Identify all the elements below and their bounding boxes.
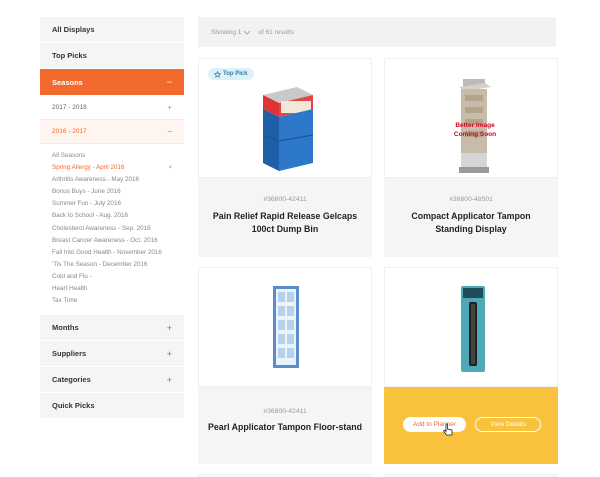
filter-quick-picks[interactable]: Quick Picks xyxy=(40,393,184,420)
results-suffix: of 61 results xyxy=(258,28,294,36)
hand-cursor-icon xyxy=(442,423,453,436)
filter-all-displays[interactable]: All Displays xyxy=(40,17,184,43)
filter-label: Quick Picks xyxy=(52,401,95,411)
results-range-dropdown[interactable] xyxy=(241,28,255,36)
product-name[interactable]: Pain Relief Rapid Release Gelcaps 100ct … xyxy=(208,210,362,236)
product-card-hover[interactable]: Add to Planner View Details xyxy=(384,267,558,464)
star-icon xyxy=(214,70,221,78)
season-item[interactable]: Cold and Flu - xyxy=(52,271,172,283)
results-prefix: Showing 1 xyxy=(211,28,242,36)
add-to-planner-button[interactable]: Add to Planner xyxy=(403,417,466,432)
season-item[interactable]: Tax Time xyxy=(52,295,172,307)
season-item[interactable]: Bonus Buys - June 2016 xyxy=(52,186,172,198)
filter-categories[interactable]: Categories + xyxy=(40,367,184,394)
badge-label: Top Pick xyxy=(223,71,248,77)
top-pick-badge: Top Pick xyxy=(208,68,254,80)
season-item[interactable]: Back to School - Aug. 2016 xyxy=(52,210,172,222)
view-details-button[interactable]: View Details xyxy=(475,417,541,432)
product-name[interactable]: Compact Applicator Tampon Standing Displ… xyxy=(394,210,548,236)
collapse-icon: − xyxy=(166,77,172,87)
placeholder-notice: Better Image Coming Soon xyxy=(453,122,497,138)
season-item[interactable]: 'Tis The Season - December 2016 xyxy=(52,259,172,271)
expand-icon: + xyxy=(167,103,172,112)
filter-label: Top Picks xyxy=(52,51,87,60)
product-card[interactable]: Better Image Coming Soon #36800-48501 Co… xyxy=(384,58,558,257)
season-item[interactable]: Fall Into Good Health - November 2016 xyxy=(52,247,172,259)
product-image[interactable] xyxy=(384,267,558,387)
filter-suppliers[interactable]: Suppliers + xyxy=(40,341,184,368)
season-item[interactable]: Cholesterol Awareness - Sep. 2016 xyxy=(52,223,172,235)
expand-icon: + xyxy=(166,374,172,385)
product-image[interactable]: Better Image Coming Soon xyxy=(384,58,558,178)
hair-comb-product-image xyxy=(461,286,485,372)
floor-stand-display-image xyxy=(273,286,299,368)
product-sku: #36800-42411 xyxy=(263,196,307,203)
card-actions-panel: Add to Planner View Details xyxy=(384,387,558,464)
filter-seasons[interactable]: Seasons − xyxy=(40,69,184,96)
filter-top-picks[interactable]: Top Picks xyxy=(40,43,184,69)
results-count-bar: Showing 1 of 61 results xyxy=(198,17,556,47)
remove-filter-icon[interactable]: × xyxy=(168,162,172,174)
product-card[interactable]: #36800-42411 Pearl Applicator Tampon Flo… xyxy=(198,267,372,464)
product-image[interactable]: Top Pick xyxy=(198,58,372,178)
filter-sidebar: All Displays Top Picks Seasons − 2017 - … xyxy=(40,17,184,420)
product-card[interactable]: Top Pick #36800-42411 Pain Relief Rapid … xyxy=(198,58,372,257)
product-name[interactable]: Pearl Applicator Tampon Floor-stand xyxy=(208,421,362,434)
season-item[interactable]: Heart Health xyxy=(52,283,172,295)
filter-label: Suppliers xyxy=(52,349,87,359)
season-item-selected[interactable]: Spring Allergy - April 2016 × xyxy=(52,162,172,174)
product-image[interactable] xyxy=(198,267,372,387)
season-item[interactable]: Summer Fun - July 2016 xyxy=(52,198,172,210)
year-label: 2017 - 2018 xyxy=(52,104,87,111)
product-sku: #36800-42411 xyxy=(263,408,307,415)
year-2017-2018[interactable]: 2017 - 2018 + xyxy=(40,96,184,120)
year-label: 2016 - 2017 xyxy=(52,128,87,135)
filter-label: All Displays xyxy=(52,25,95,34)
expand-icon: + xyxy=(166,348,172,359)
expand-icon: + xyxy=(166,322,172,333)
year-2016-2017[interactable]: 2016 - 2017 − xyxy=(40,120,184,144)
product-sku: #36800-48501 xyxy=(449,196,493,203)
collapse-icon: − xyxy=(167,127,172,136)
filter-months[interactable]: Months + xyxy=(40,315,184,342)
season-item[interactable]: Arthritis Awareness - May 2016 xyxy=(52,174,172,186)
dump-bin-display-image xyxy=(262,87,314,171)
season-list: All Seasons Spring Allergy - April 2016 ×… xyxy=(40,144,184,316)
season-item[interactable]: All Seasons xyxy=(52,150,172,162)
filter-label: Categories xyxy=(52,375,91,385)
filter-label: Seasons xyxy=(52,77,83,87)
filter-label: Months xyxy=(52,323,79,333)
season-item[interactable]: Breast Cancer Awareness - Oct. 2016 xyxy=(52,235,172,247)
